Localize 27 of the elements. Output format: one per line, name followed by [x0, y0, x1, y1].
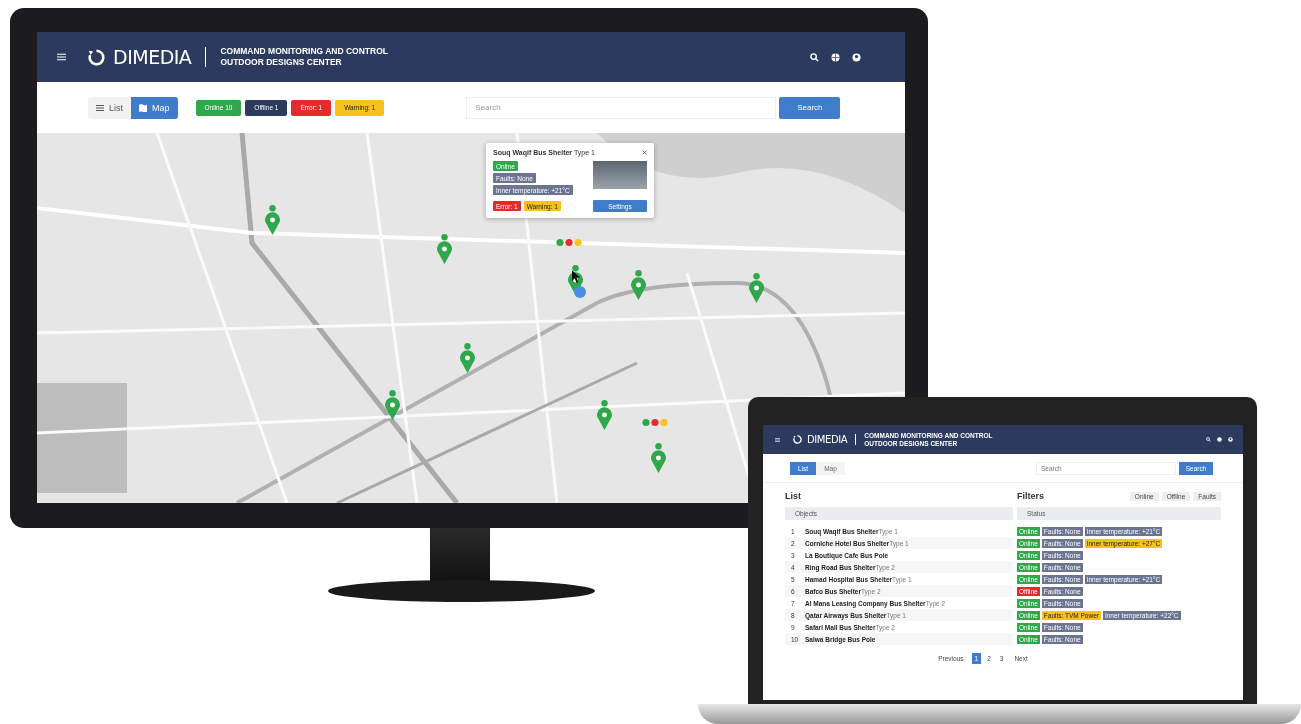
logo-icon [88, 48, 105, 66]
cursor-icon [572, 270, 581, 283]
monitor-stand [430, 528, 490, 582]
filters-heading: Filters [1017, 491, 1044, 501]
list-icon [96, 103, 104, 112]
brand-name: DIMEDIA [807, 434, 848, 445]
view-tab[interactable]: Map [131, 96, 178, 119]
brand-name: DIMEDIA [113, 46, 192, 68]
user-icon[interactable] [852, 52, 861, 62]
menu-icon[interactable] [57, 53, 66, 61]
view-tab[interactable]: List [88, 96, 131, 119]
close-icon[interactable] [642, 150, 647, 155]
map-icon [139, 103, 147, 112]
photo-placeholder [593, 161, 647, 189]
search-icon[interactable] [810, 52, 819, 62]
app-title: COMMAND MONITORING AND CONTROL [220, 46, 388, 57]
menu-icon[interactable] [775, 437, 780, 442]
search-field[interactable]: Search [466, 96, 777, 119]
search-icon[interactable] [1206, 437, 1211, 442]
search-button[interactable]: Search [779, 96, 841, 119]
location-icon [574, 286, 586, 298]
status-dots-icon [641, 418, 669, 427]
status-dots-icon [555, 238, 583, 247]
list-heading: List [785, 491, 802, 501]
logo-icon [793, 435, 802, 444]
user-icon[interactable] [1228, 437, 1233, 442]
app-title: OUTDOOR DESIGNS CENTER [220, 57, 343, 68]
